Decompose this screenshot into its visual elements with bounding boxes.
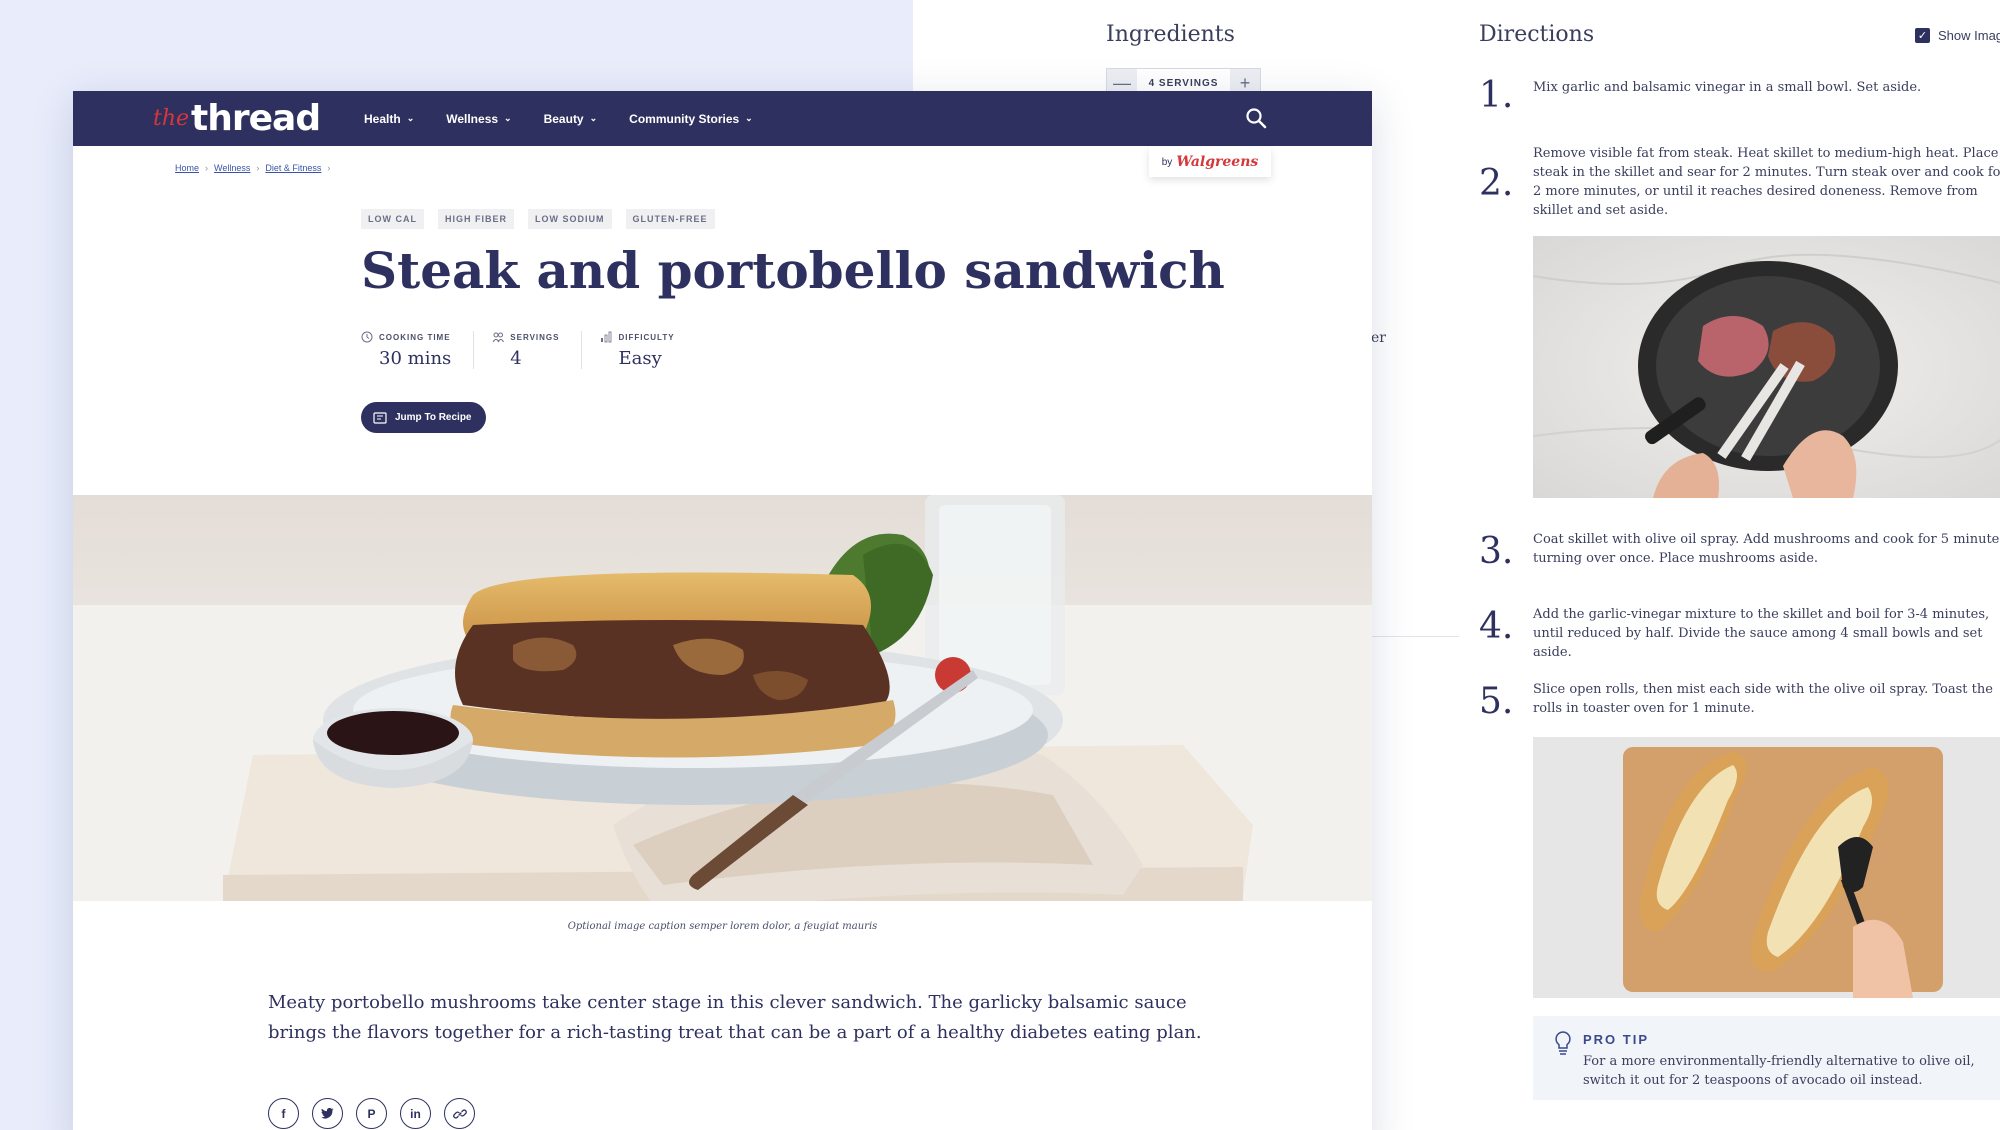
meta-label: SERVINGS <box>510 332 560 342</box>
step-text: Slice open rolls, then mist each side wi… <box>1533 682 1993 716</box>
chevron-right-icon: › <box>327 163 331 173</box>
tag-low-sodium[interactable]: LOW SODIUM <box>528 209 612 229</box>
recipe-intro: Meaty portobello mushrooms take center s… <box>268 992 1202 1043</box>
nav-item-health[interactable]: Health ⌄ <box>364 112 414 126</box>
search-icon[interactable] <box>1245 107 1267 129</box>
linkedin-icon[interactable]: in <box>400 1098 431 1129</box>
jump-to-recipe-button[interactable]: Jump To Recipe <box>361 402 486 433</box>
step-number: 5. <box>1479 681 1514 722</box>
recipe-title: Steak and portobello sandwich <box>361 241 1225 300</box>
jump-to-recipe-label: Jump To Recipe <box>395 412 472 423</box>
step-photo-toasting-rolls <box>1533 737 2000 998</box>
chevron-right-icon: › <box>256 163 260 173</box>
bar-chart-icon <box>601 331 612 343</box>
direction-step: 4. Add the garlic-vinegar mixture to the… <box>1479 605 2000 662</box>
checkbox-checked-icon[interactable]: ✓ <box>1915 28 1930 43</box>
sponsor-by: by <box>1161 156 1173 168</box>
step-photo-searing-steak <box>1533 236 2000 498</box>
top-navbar: the thread Health ⌄ Wellness ⌄ Beauty ⌄ Com… <box>73 91 1372 146</box>
chevron-down-icon: ⌄ <box>504 113 512 123</box>
main-menu: Health ⌄ Wellness ⌄ Beauty ⌄ Community Stor… <box>364 91 753 146</box>
clock-icon <box>361 331 373 343</box>
step-text: Add the garlic-vinegar mixture to the sk… <box>1533 607 1990 660</box>
breadcrumb-home[interactable]: Home <box>175 163 199 173</box>
tag-gluten-free[interactable]: GLUTEN-FREE <box>625 209 715 229</box>
pro-tip-box: PRO TIP For a more environmentally-frien… <box>1533 1016 2000 1100</box>
twitter-icon[interactable] <box>312 1098 343 1129</box>
meta-label: COOKING TIME <box>379 332 451 342</box>
direction-step: 5. Slice open rolls, then mist each side… <box>1479 680 2000 720</box>
nav-item-label: Health <box>364 111 401 126</box>
chevron-down-icon: ⌄ <box>589 113 598 123</box>
logo-the: the <box>153 106 190 131</box>
step-text: Remove visible fat from steak. Heat skil… <box>1533 146 2000 218</box>
meta-servings: SERVINGS 4 <box>492 331 583 369</box>
direction-step: 3. Coat skillet with olive oil spray. Ad… <box>1479 530 2000 570</box>
breadcrumb-wellness[interactable]: Wellness <box>214 163 250 173</box>
diet-tags: LOW CAL HIGH FIBER LOW SODIUM GLUTEN-FRE… <box>361 209 715 229</box>
image-caption: Optional image caption semper lorem dolo… <box>567 921 878 932</box>
recipe-article-page: the thread Health ⌄ Wellness ⌄ Beauty ⌄ Com… <box>73 91 1372 1130</box>
sponsor-badge: by Walgreens <box>1149 147 1271 177</box>
pro-tip-label: PRO TIP <box>1583 1032 1650 1047</box>
tag-low-cal[interactable]: LOW CAL <box>361 209 424 229</box>
chevron-down-icon: ⌄ <box>406 113 415 123</box>
step-number: 4. <box>1479 606 1514 647</box>
nav-item-label: Community Stories <box>629 111 740 126</box>
step-text: Mix garlic and balsamic vinegar in a sma… <box>1533 80 1922 95</box>
step-number: 2. <box>1479 163 1514 204</box>
facebook-icon[interactable]: f <box>268 1098 299 1129</box>
hero-image-sandwich <box>73 495 1372 901</box>
nav-item-label: Wellness <box>446 111 499 126</box>
pinterest-icon[interactable]: P <box>356 1098 387 1129</box>
show-images-toggle[interactable]: ✓ Show Imag <box>1915 28 2000 43</box>
sponsor-logo: Walgreens <box>1176 154 1259 170</box>
recipe-card-icon <box>373 411 387 424</box>
show-images-label: Show Imag <box>1938 28 2000 43</box>
servings-value: 4 SERVINGS <box>1148 77 1219 89</box>
direction-step: 1. Mix garlic and balsamic vinegar in a … <box>1479 78 2000 114</box>
direction-step: 2. Remove visible fat from steak. Heat s… <box>1479 144 2000 220</box>
meta-value: 30 mins <box>379 348 452 369</box>
logo-thread: thread <box>191 98 321 139</box>
meta-label: DIFFICULTY <box>618 332 675 342</box>
tag-high-fiber[interactable]: HIGH FIBER <box>438 209 515 229</box>
partial-text: er <box>1371 330 1386 346</box>
people-icon <box>492 332 505 343</box>
meta-difficulty: DIFFICULTY Easy <box>600 331 696 369</box>
step-text: Coat skillet with olive oil spray. Add m… <box>1533 532 2000 566</box>
chevron-down-icon: ⌄ <box>745 113 753 123</box>
step-number: 1. <box>1479 75 1514 116</box>
nav-item-community-stories[interactable]: Community Stories ⌄ <box>629 112 753 126</box>
nav-item-beauty[interactable]: Beauty ⌄ <box>544 112 598 126</box>
link-icon[interactable] <box>444 1098 475 1129</box>
breadcrumb: Home › Wellness › Diet & Fitness › <box>175 163 330 173</box>
recipe-meta: COOKING TIME 30 mins SERVINGS 4 DIFFICUL… <box>361 331 715 369</box>
directions-title: Directions <box>1479 22 1595 47</box>
chevron-right-icon: › <box>205 163 209 173</box>
pro-tip-text: For a more environmentally-friendly alte… <box>1583 1054 1975 1088</box>
site-logo[interactable]: the thread <box>153 91 321 146</box>
breadcrumb-diet-fitness[interactable]: Diet & Fitness <box>265 163 321 173</box>
divider <box>1371 636 1459 637</box>
ingredients-title: Ingredients <box>1106 22 1235 47</box>
meta-cooking-time: COOKING TIME 30 mins <box>361 331 475 369</box>
nav-item-wellness[interactable]: Wellness ⌄ <box>446 112 511 126</box>
meta-value: Easy <box>618 348 662 369</box>
meta-value: 4 <box>510 348 522 369</box>
step-number: 3. <box>1479 531 1514 572</box>
share-buttons: f P in <box>268 1098 475 1129</box>
nav-item-label: Beauty <box>543 111 584 126</box>
lightbulb-icon <box>1555 1031 1571 1055</box>
